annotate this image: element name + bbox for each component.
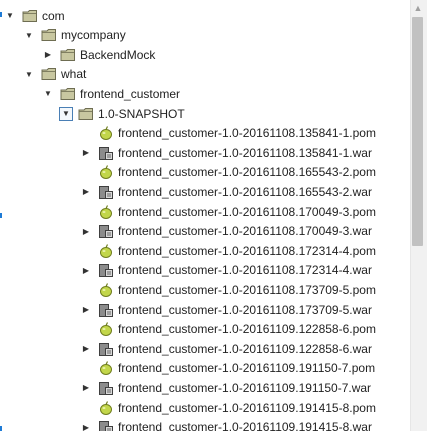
- tree-node[interactable]: frontend_customer-1.0-20161108.172314-4.…: [80, 241, 376, 260]
- collapse-arrow-icon[interactable]: ▶: [42, 49, 54, 61]
- tree-node[interactable]: frontend_customer-1.0-20161108.165543-2.…: [80, 163, 376, 182]
- collapse-arrow-icon[interactable]: ▶: [80, 304, 92, 316]
- left-edge-marker: [0, 426, 2, 431]
- tree-node[interactable]: ▶ frontend_customer-1.0-20161109.191415-8…: [80, 418, 372, 431]
- expand-arrow-icon[interactable]: ▼: [23, 68, 35, 80]
- pom-icon: [98, 282, 114, 298]
- tree-node[interactable]: frontend_customer-1.0-20161109.191150-7.…: [80, 359, 375, 378]
- toggle-spacer: [80, 323, 92, 335]
- collapse-arrow-icon[interactable]: ▶: [80, 225, 92, 237]
- tree-node-label[interactable]: frontend_customer-1.0-20161109.122858-6.…: [118, 321, 376, 337]
- tree-node[interactable]: ▼ 1.0-SNAPSHOT: [59, 104, 185, 123]
- tree-node[interactable]: ▶ frontend_customer-1.0-20161108.165543-2…: [80, 182, 372, 201]
- tree-node-label[interactable]: frontend_customer-1.0-20161108.165543-2.…: [118, 164, 376, 180]
- expand-arrow-icon[interactable]: ▼: [4, 10, 16, 22]
- tree-node-label[interactable]: frontend_customer-1.0-20161109.191415-8.…: [118, 400, 376, 416]
- tree-node-label[interactable]: frontend_customer-1.0-20161108.172314-4.…: [118, 243, 376, 259]
- tree-node-label[interactable]: frontend_customer-1.0-20161109.191150-7.…: [118, 360, 375, 376]
- pom-icon: [98, 243, 114, 259]
- toggle-spacer: [80, 166, 92, 178]
- war-icon: [98, 223, 114, 239]
- tree-node-label[interactable]: frontend_customer-1.0-20161109.191415-8.…: [118, 419, 372, 431]
- collapse-arrow-icon[interactable]: ▶: [80, 186, 92, 198]
- collapse-arrow-icon[interactable]: ▶: [80, 264, 92, 276]
- scroll-up-arrow-icon[interactable]: ▲: [411, 3, 425, 13]
- tree-node[interactable]: ▼ frontend_customer: [42, 84, 180, 103]
- scrollbar-thumb[interactable]: [412, 17, 423, 246]
- tree-node-label[interactable]: mycompany: [61, 27, 126, 43]
- tree-node[interactable]: ▶ frontend_customer-1.0-20161109.191150-7…: [80, 378, 371, 397]
- tree-node-label[interactable]: frontend_customer-1.0-20161108.135841-1.…: [118, 125, 376, 141]
- tree-node[interactable]: frontend_customer-1.0-20161109.122858-6.…: [80, 320, 376, 339]
- pom-icon: [98, 360, 114, 376]
- tree-node[interactable]: ▶ frontend_customer-1.0-20161108.170049-3…: [80, 222, 372, 241]
- tree-node-label[interactable]: 1.0-SNAPSHOT: [98, 106, 185, 122]
- pom-icon: [98, 321, 114, 337]
- folder-icon: [60, 47, 76, 63]
- folder-icon: [41, 27, 57, 43]
- tree-node-label[interactable]: frontend_customer-1.0-20161109.122858-6.…: [118, 341, 372, 357]
- tree-node[interactable]: ▶ BackendMock: [42, 45, 155, 64]
- tree-node[interactable]: ▶ frontend_customer-1.0-20161108.172314-4…: [80, 261, 372, 280]
- pom-icon: [98, 400, 114, 416]
- tree-node-label[interactable]: frontend_customer-1.0-20161108.173709-5.…: [118, 302, 372, 318]
- toggle-spacer: [80, 284, 92, 296]
- tree-node[interactable]: ▶ frontend_customer-1.0-20161108.173709-5…: [80, 300, 372, 319]
- toggle-spacer: [80, 206, 92, 218]
- tree-node-label[interactable]: frontend_customer-1.0-20161109.191150-7.…: [118, 380, 371, 396]
- tree-node[interactable]: ▼ com: [4, 6, 65, 25]
- folder-icon: [78, 106, 94, 122]
- collapse-arrow-icon[interactable]: ▶: [80, 147, 92, 159]
- toggle-spacer: [80, 245, 92, 257]
- tree-node-label[interactable]: com: [42, 8, 65, 24]
- tree-node-label[interactable]: frontend_customer-1.0-20161108.170049-3.…: [118, 204, 376, 220]
- tree-node[interactable]: frontend_customer-1.0-20161108.135841-1.…: [80, 124, 376, 143]
- tree-node-label[interactable]: frontend_customer: [80, 86, 180, 102]
- expand-arrow-icon[interactable]: ▼: [23, 29, 35, 41]
- tree-node[interactable]: frontend_customer-1.0-20161108.170049-3.…: [80, 202, 376, 221]
- tree-node[interactable]: ▼ mycompany: [23, 26, 126, 45]
- expand-arrow-icon[interactable]: ▼: [42, 88, 54, 100]
- tree-node-label[interactable]: BackendMock: [80, 47, 155, 63]
- pom-icon: [98, 164, 114, 180]
- expand-arrow-icon[interactable]: ▼: [59, 106, 73, 121]
- war-icon: [98, 184, 114, 200]
- tree-node-label[interactable]: frontend_customer-1.0-20161108.170049-3.…: [118, 223, 372, 239]
- folder-icon: [60, 86, 76, 102]
- left-edge-marker: [0, 213, 2, 218]
- tree-node[interactable]: ▶ frontend_customer-1.0-20161109.122858-6…: [80, 339, 372, 358]
- toggle-spacer: [80, 402, 92, 414]
- tree-node[interactable]: ▼ what: [23, 65, 86, 84]
- tree-node[interactable]: frontend_customer-1.0-20161109.191415-8.…: [80, 398, 376, 417]
- war-icon: [98, 341, 114, 357]
- left-edge-marker: [0, 12, 2, 17]
- war-icon: [98, 262, 114, 278]
- war-icon: [98, 380, 114, 396]
- tree-node-label[interactable]: what: [61, 66, 86, 82]
- pom-icon: [98, 204, 114, 220]
- war-icon: [98, 419, 114, 431]
- collapse-arrow-icon[interactable]: ▶: [80, 382, 92, 394]
- pom-icon: [98, 125, 114, 141]
- repository-tree: ▼ com ▼ mycompany ▶ BackendMock ▼ what ▼ frontend…: [0, 0, 410, 431]
- toggle-spacer: [80, 362, 92, 374]
- collapse-arrow-icon[interactable]: ▶: [80, 421, 92, 431]
- folder-icon: [22, 8, 38, 24]
- tree-node[interactable]: ▶ frontend_customer-1.0-20161108.135841-1…: [80, 143, 372, 162]
- toggle-spacer: [80, 127, 92, 139]
- tree-node-label[interactable]: frontend_customer-1.0-20161108.172314-4.…: [118, 262, 372, 278]
- folder-icon: [41, 66, 57, 82]
- tree-node-label[interactable]: frontend_customer-1.0-20161108.165543-2.…: [118, 184, 372, 200]
- war-icon: [98, 302, 114, 318]
- tree-node-label[interactable]: frontend_customer-1.0-20161108.135841-1.…: [118, 145, 372, 161]
- war-icon: [98, 145, 114, 161]
- collapse-arrow-icon[interactable]: ▶: [80, 343, 92, 355]
- tree-node-label[interactable]: frontend_customer-1.0-20161108.173709-5.…: [118, 282, 376, 298]
- tree-node[interactable]: frontend_customer-1.0-20161108.173709-5.…: [80, 280, 376, 299]
